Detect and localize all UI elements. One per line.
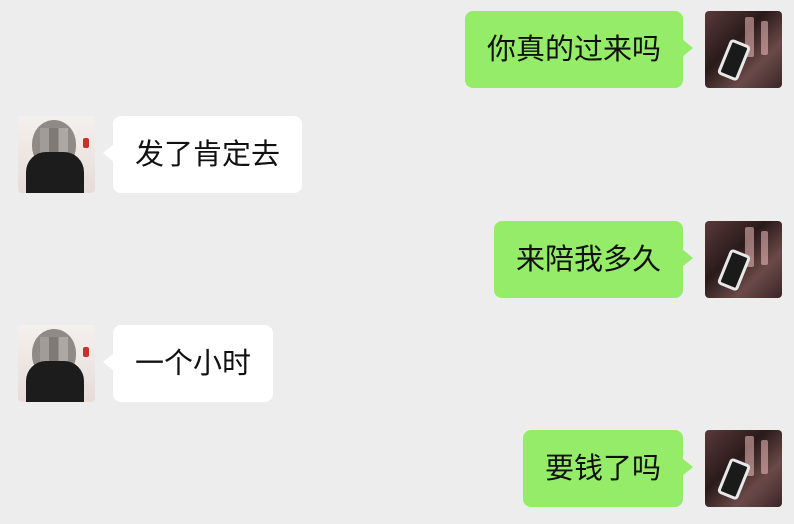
message-bubble-other[interactable]: 一个小时 [102, 325, 274, 402]
self-avatar[interactable] [705, 430, 782, 507]
phone-icon [716, 38, 752, 82]
avatar-stripe [761, 21, 768, 55]
self-avatar[interactable] [705, 11, 782, 88]
message-bubble-self[interactable]: 来陪我多久 [493, 221, 694, 298]
avatar-stripe [761, 231, 768, 265]
contact-avatar[interactable] [18, 325, 95, 402]
message-bubble-other[interactable]: 发了肯定去 [102, 116, 303, 193]
contact-avatar[interactable] [18, 116, 95, 193]
phone-icon [716, 248, 752, 292]
avatar-decoration [83, 347, 89, 357]
chat-window: 你真的过来吗 发了肯定去 来陪我多久 一个小时 要钱了吗 [0, 0, 794, 524]
avatar-hair [26, 152, 84, 193]
self-avatar[interactable] [705, 221, 782, 298]
phone-icon [716, 457, 752, 501]
avatar-decoration [83, 138, 89, 148]
message-bubble-self[interactable]: 你真的过来吗 [464, 11, 694, 88]
avatar-stripe [761, 440, 768, 474]
message-bubble-self[interactable]: 要钱了吗 [522, 430, 694, 507]
avatar-hair [26, 361, 84, 402]
